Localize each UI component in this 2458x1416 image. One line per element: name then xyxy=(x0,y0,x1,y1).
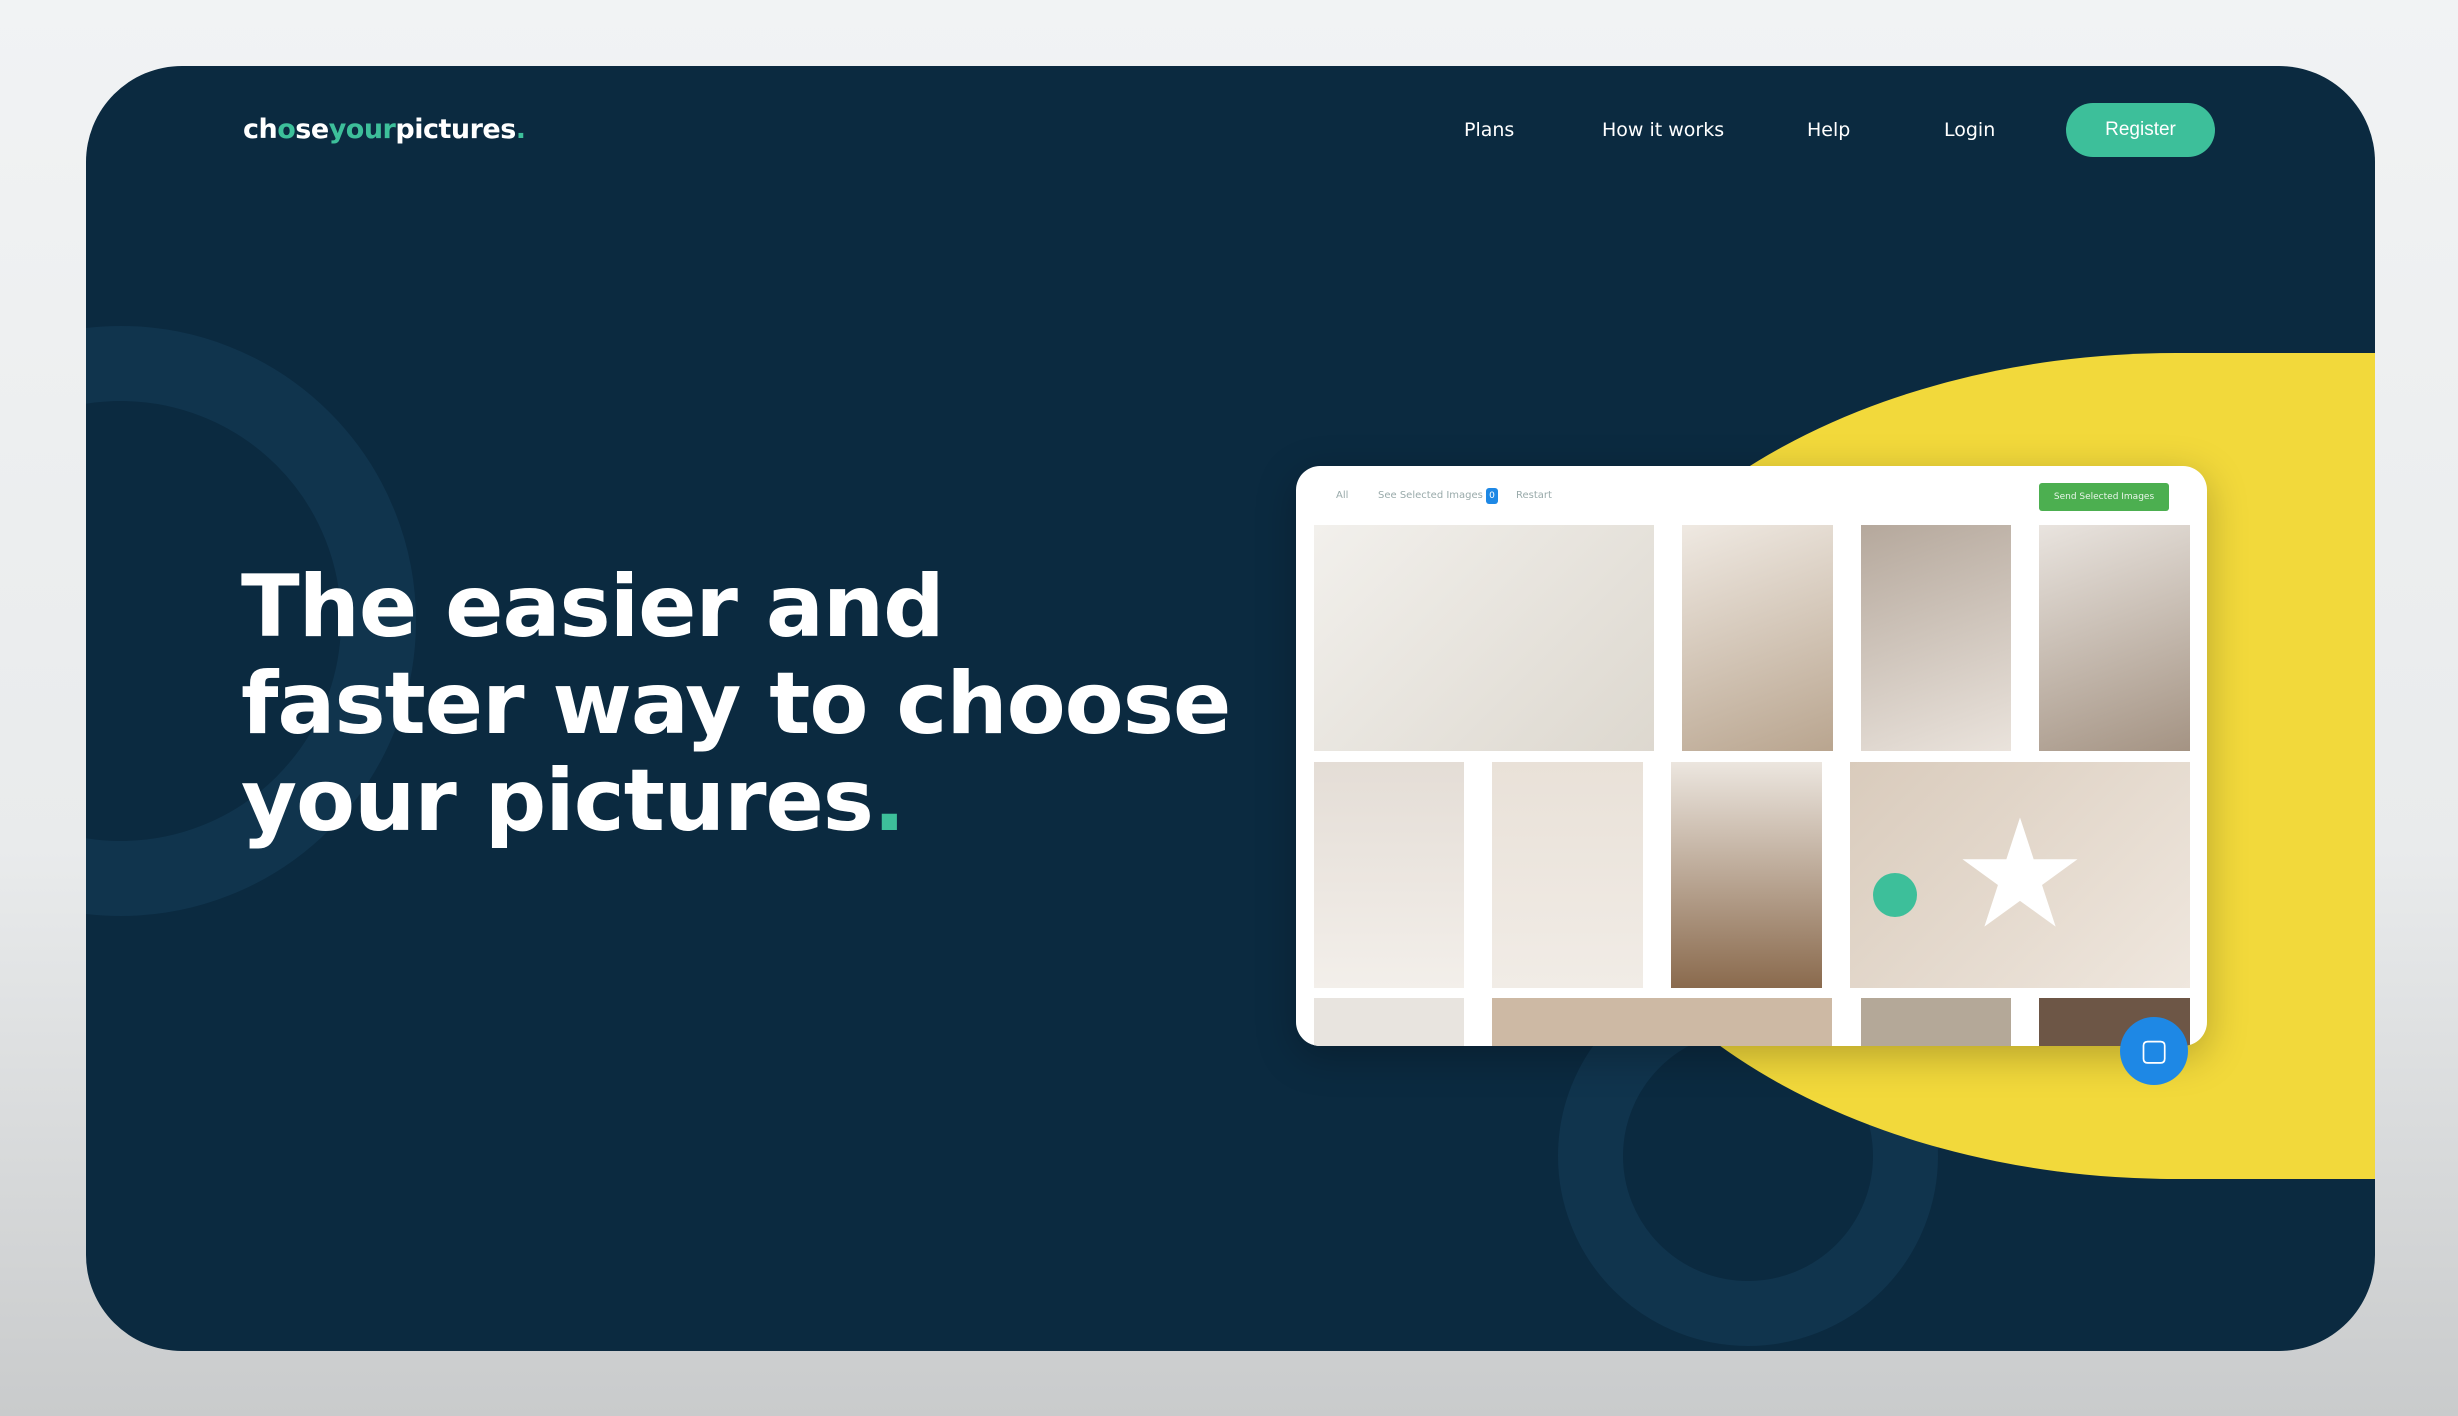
photo-tile xyxy=(1314,998,1464,1046)
nav-help[interactable]: Help xyxy=(1807,103,1850,157)
nav-login[interactable]: Login xyxy=(1944,103,1995,157)
photo-tile xyxy=(1671,762,1822,988)
hero-card: choseyourpictures. Plans How it works He… xyxy=(86,66,2375,1351)
logo-text: ch xyxy=(243,114,278,145)
count-badge: 0 xyxy=(1486,488,1498,504)
hero-headline: The easier and faster way to choose your… xyxy=(241,557,1231,851)
nav-how-it-works[interactable]: How it works xyxy=(1602,103,1724,157)
accent-dot: . xyxy=(873,751,906,851)
tab-label: See Selected Images xyxy=(1378,490,1483,501)
photo-tile xyxy=(2039,525,2190,751)
logo[interactable]: choseyourpictures. xyxy=(243,114,526,145)
photo-tile xyxy=(1314,762,1464,988)
app-mockup: All See Selected Images 0 Restart Send S… xyxy=(1296,466,2207,1046)
photo-tile xyxy=(1314,525,1654,751)
logo-text: . xyxy=(515,114,526,145)
photo-tile xyxy=(1492,998,1832,1046)
headline-line: faster way to choose xyxy=(241,654,1231,754)
photo-tile xyxy=(1861,525,2011,751)
photo-tile xyxy=(1492,762,1643,988)
headline-line: The easier and xyxy=(241,557,945,657)
photo-tile xyxy=(1861,998,2011,1046)
register-button[interactable]: Register xyxy=(2066,103,2215,157)
photo-tile xyxy=(1682,525,1833,751)
logo-text: your xyxy=(328,114,396,145)
send-selected-button: Send Selected Images xyxy=(2039,483,2169,511)
nav-plans[interactable]: Plans xyxy=(1464,103,1514,157)
tab-see-selected: See Selected Images 0 xyxy=(1378,488,1498,504)
chat-bubble-icon[interactable]: ▢ xyxy=(2120,1017,2188,1085)
headline-line: your pictures xyxy=(241,751,874,851)
logo-text: o xyxy=(277,114,296,145)
logo-text: pictures xyxy=(395,114,516,145)
logo-text: se xyxy=(295,114,329,145)
green-dot xyxy=(1873,873,1917,917)
tab-all: All xyxy=(1336,490,1349,501)
tab-restart: Restart xyxy=(1516,490,1552,501)
